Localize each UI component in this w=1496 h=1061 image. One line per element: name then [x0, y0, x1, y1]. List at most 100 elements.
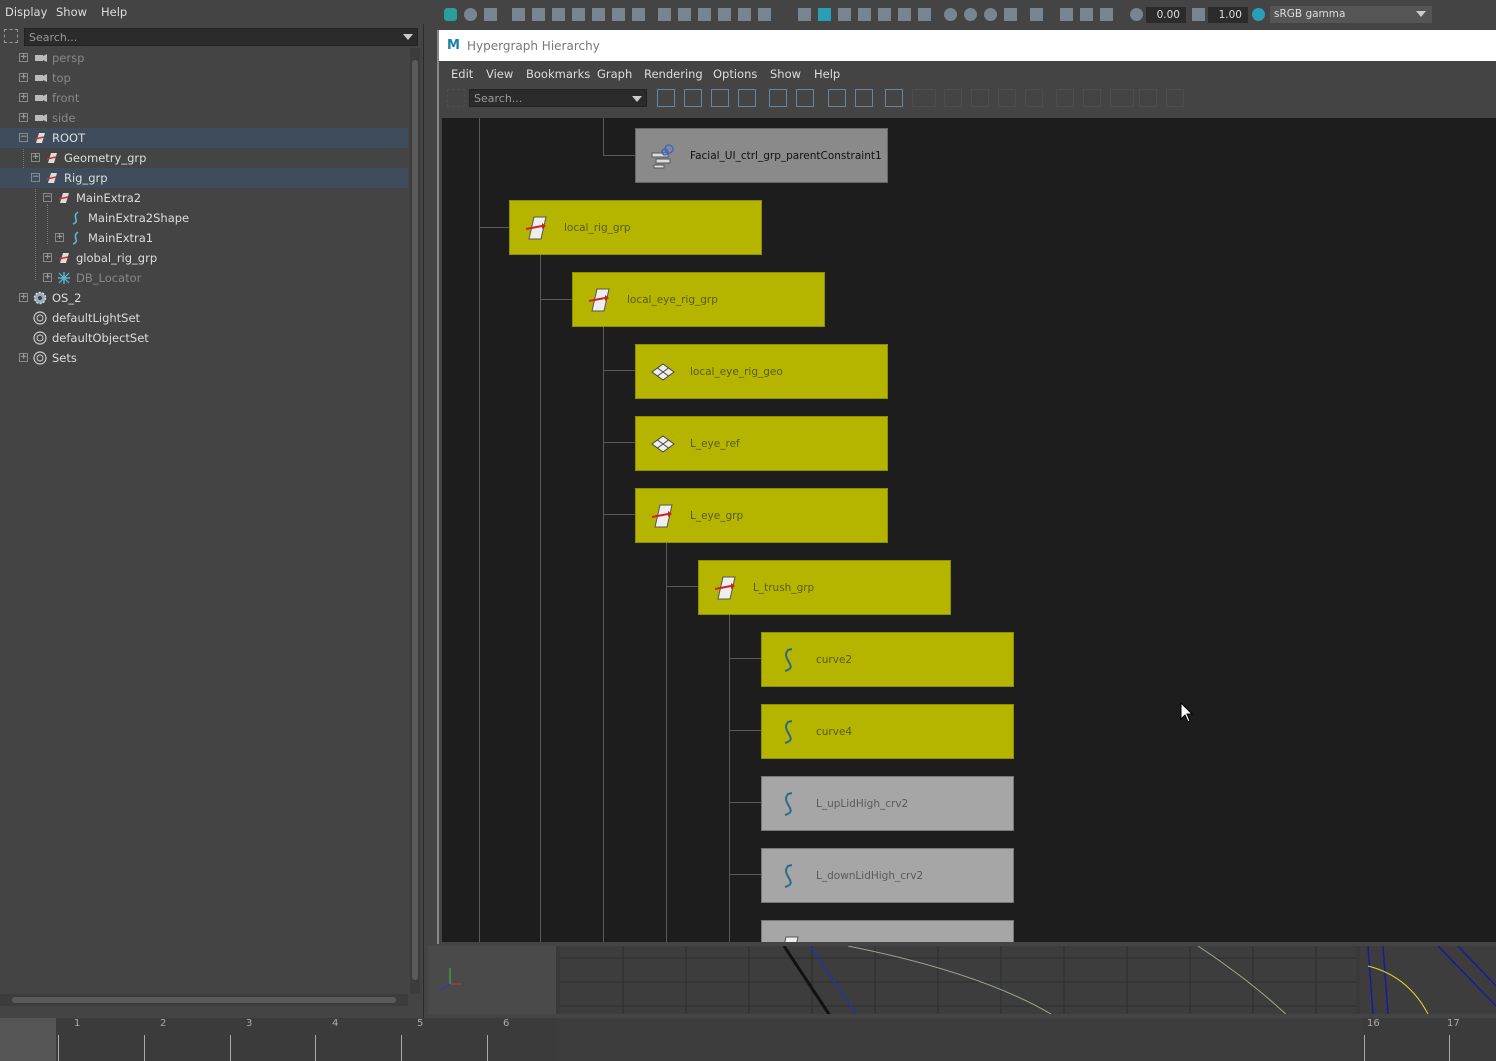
- outliner-item-mainextra2[interactable]: − MainExtra2: [0, 188, 408, 208]
- expand-icon[interactable]: +: [19, 53, 28, 62]
- camera-attributes-icon[interactable]: [484, 8, 497, 21]
- node-curve2[interactable]: curve2: [761, 632, 1014, 687]
- node-l-downlidhigh-crv2[interactable]: L_downLidHigh_crv2: [761, 848, 1014, 903]
- scene-hierarchy-icon[interactable]: [769, 89, 787, 107]
- depth-of-field-icon[interactable]: [1004, 8, 1017, 21]
- gate-mask-icon[interactable]: [678, 8, 691, 21]
- hypergraph-search-input[interactable]: Search...: [469, 89, 647, 107]
- menu-rendering[interactable]: Rendering: [644, 67, 703, 81]
- node-local-eye-rig-grp[interactable]: local_eye_rig_grp: [572, 272, 825, 327]
- outliner-item-sets[interactable]: + Sets: [0, 348, 408, 368]
- outliner-item-global-rig-grp[interactable]: + global_rig_grp: [0, 248, 408, 268]
- menu-help[interactable]: Help: [101, 5, 127, 19]
- outliner-item-defaultlightset[interactable]: defaultLightSet: [0, 308, 408, 328]
- outliner-item-front[interactable]: + front: [0, 88, 408, 108]
- viewport-strip[interactable]: [428, 946, 1496, 1014]
- graph-option-icon-5[interactable]: [1056, 89, 1074, 107]
- node-facial-ui-parentconstraint[interactable]: Facial_UI_ctrl_grp_parentConstraint1: [635, 128, 888, 183]
- menu-help[interactable]: Help: [814, 67, 840, 81]
- horizontal-layout-icon[interactable]: [912, 89, 936, 107]
- menu-graph[interactable]: Graph: [597, 67, 632, 81]
- select-camera-icon[interactable]: [464, 8, 477, 21]
- antialias-icon[interactable]: [984, 8, 997, 21]
- node-l-eye-grp[interactable]: L_eye_grp: [635, 488, 888, 543]
- graph-option-icon-3[interactable]: [998, 89, 1016, 107]
- expand-icon[interactable]: +: [19, 73, 28, 82]
- bookmark-editor-icon[interactable]: [855, 89, 873, 107]
- backface-icon[interactable]: [1100, 8, 1113, 21]
- image-plane-icon[interactable]: [532, 8, 545, 21]
- field-chart-icon[interactable]: [698, 8, 711, 21]
- textured-icon[interactable]: [878, 8, 891, 21]
- shadows-icon[interactable]: [918, 8, 931, 21]
- graph-option-icon-8[interactable]: [1139, 89, 1157, 107]
- outliner-item-os2[interactable]: + OS_2: [0, 288, 408, 308]
- expand-icon[interactable]: +: [43, 253, 52, 262]
- grid-icon[interactable]: [592, 8, 605, 21]
- motion-blur-icon[interactable]: [964, 8, 977, 21]
- node-partial-transform[interactable]: [761, 920, 1014, 942]
- node-local-eye-rig-geo[interactable]: local_eye_rig_geo: [635, 344, 888, 399]
- menu-show[interactable]: Show: [56, 5, 87, 19]
- collapse-icon[interactable]: −: [31, 173, 40, 182]
- exposure-field[interactable]: 0.00: [1146, 7, 1186, 23]
- default-material-icon[interactable]: [838, 8, 851, 21]
- use-lights-icon[interactable]: [898, 8, 911, 21]
- wireframe-icon[interactable]: [798, 8, 811, 21]
- menu-bookmarks[interactable]: Bookmarks: [526, 67, 590, 81]
- film-gate-icon[interactable]: [612, 8, 625, 21]
- 2d-pan-zoom-icon[interactable]: [552, 8, 565, 21]
- add-bookmark-icon[interactable]: [828, 89, 846, 107]
- outliner-horizontal-scrollbar[interactable]: [0, 994, 408, 1006]
- vertical-layout-icon[interactable]: [885, 89, 903, 107]
- node-curve4[interactable]: curve4: [761, 704, 1014, 759]
- hypergraph-canvas[interactable]: Facial_UI_ctrl_grp_parentConstraint1 loc…: [442, 118, 1496, 942]
- text-icon[interactable]: [758, 8, 771, 21]
- menu-edit[interactable]: Edit: [451, 67, 473, 81]
- grid-toggle-icon[interactable]: [658, 8, 671, 21]
- graph-option-icon-9[interactable]: [1166, 89, 1184, 107]
- outliner-item-mainextra2shape[interactable]: MainExtra2Shape: [0, 208, 408, 228]
- outliner-search-input[interactable]: Search...: [24, 28, 418, 46]
- outliner-item-side[interactable]: + side: [0, 108, 408, 128]
- graph-option-icon-2[interactable]: [971, 89, 989, 107]
- colorspace-dropdown[interactable]: sRGB gamma: [1270, 6, 1432, 23]
- outliner-item-db-locator[interactable]: + DB_Locator: [0, 268, 408, 288]
- current-frame-marker[interactable]: [0, 1018, 56, 1061]
- expand-icon[interactable]: +: [43, 273, 52, 282]
- outliner-item-mainextra1[interactable]: + MainExtra1: [0, 228, 408, 248]
- node-local-rig-grp[interactable]: local_rig_grp: [509, 200, 762, 255]
- grease-pencil-icon[interactable]: [572, 8, 585, 21]
- isolate-icon[interactable]: [444, 8, 457, 21]
- outliner-item-defaultobjectset[interactable]: defaultObjectSet: [0, 328, 408, 348]
- graph-option-icon-7[interactable]: [1110, 89, 1134, 107]
- node-l-eye-ref[interactable]: L_eye_ref: [635, 416, 888, 471]
- graph-option-icon-4[interactable]: [1025, 89, 1043, 107]
- chevron-down-icon[interactable]: [632, 96, 642, 102]
- gamma-field[interactable]: 1.00: [1208, 7, 1248, 23]
- filter-icon[interactable]: [447, 89, 465, 107]
- smooth-shade-icon[interactable]: [818, 8, 831, 21]
- expand-icon[interactable]: +: [19, 113, 28, 122]
- color-management-icon[interactable]: [1252, 8, 1265, 21]
- chevron-down-icon[interactable]: [1416, 11, 1426, 17]
- filter-icon[interactable]: [4, 29, 18, 43]
- isolate-select-icon[interactable]: [1030, 8, 1043, 21]
- safe-title-icon[interactable]: [738, 8, 751, 21]
- exposure-icon[interactable]: [1130, 8, 1143, 21]
- xray-active-icon[interactable]: [1080, 8, 1093, 21]
- window-titlebar[interactable]: M Hypergraph Hierarchy: [439, 30, 1496, 61]
- expand-icon[interactable]: +: [19, 293, 28, 302]
- menu-show[interactable]: Show: [770, 67, 801, 81]
- chevron-down-icon[interactable]: [403, 34, 413, 40]
- menu-options[interactable]: Options: [713, 67, 757, 81]
- frame-selection-icon[interactable]: [684, 89, 702, 107]
- node-l-trush-grp[interactable]: L_trush_grp: [698, 560, 951, 615]
- frame-all-icon[interactable]: [657, 89, 675, 107]
- frame-branch-icon[interactable]: [738, 89, 756, 107]
- expand-icon[interactable]: +: [55, 233, 64, 242]
- outliner-item-rig-grp[interactable]: − Rig_grp: [0, 168, 408, 188]
- graph-option-icon-1[interactable]: [944, 89, 962, 107]
- menu-display[interactable]: Display: [5, 5, 47, 19]
- scrollbar-thumb[interactable]: [412, 60, 418, 980]
